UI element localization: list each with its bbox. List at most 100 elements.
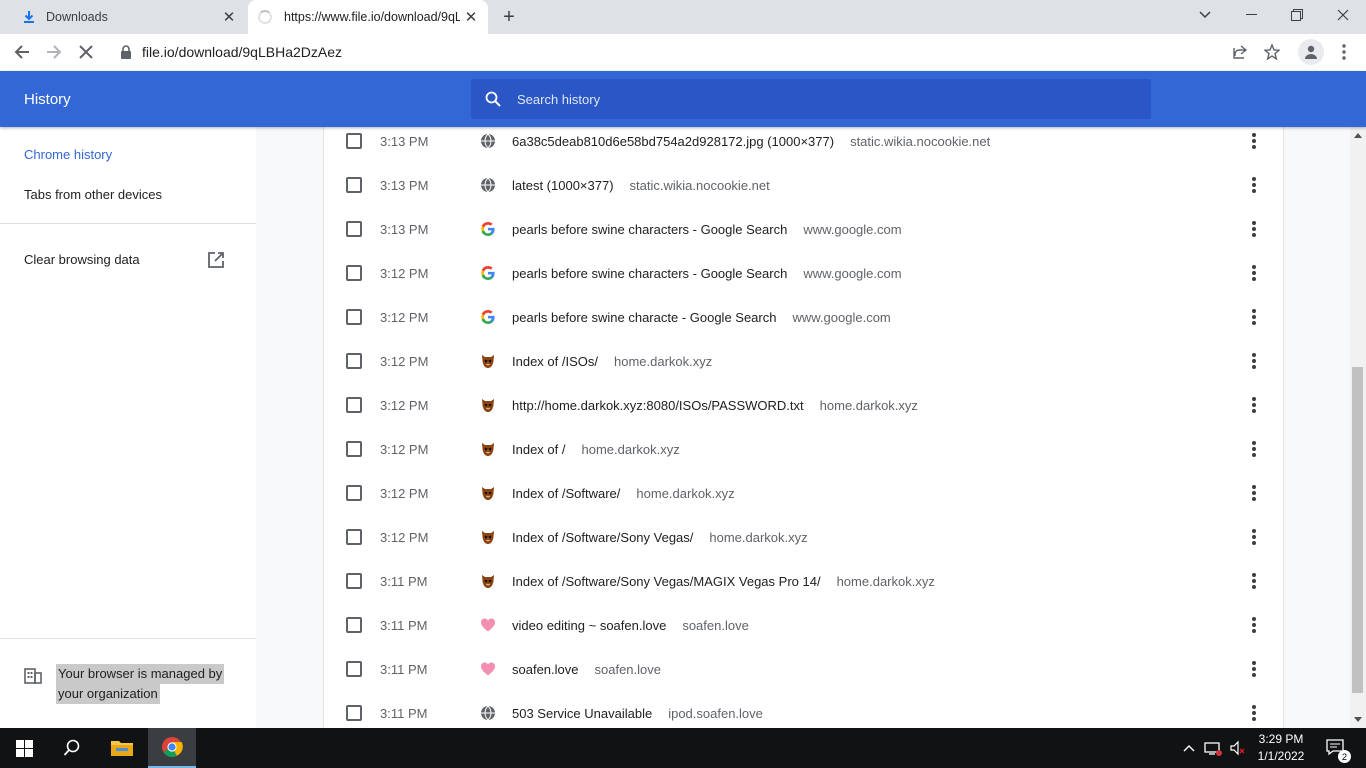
- entry-domain[interactable]: www.google.com: [803, 222, 901, 237]
- history-entry-row[interactable]: 3:11 PM video editing ~ soafen.love soafen…: [324, 603, 1283, 647]
- entry-domain[interactable]: home.darkok.xyz: [709, 530, 807, 545]
- tab-downloads[interactable]: Downloads ✕: [8, 0, 246, 34]
- entry-checkbox[interactable]: [346, 705, 362, 721]
- entry-checkbox[interactable]: [346, 265, 362, 281]
- entry-title-link[interactable]: Index of /Software/: [512, 486, 620, 501]
- file-explorer-button[interactable]: [98, 728, 146, 768]
- entry-domain[interactable]: soafen.love: [595, 662, 662, 677]
- system-clock[interactable]: 3:29 PM 1/1/2022: [1244, 731, 1318, 765]
- share-button[interactable]: [1226, 38, 1254, 66]
- entry-title-link[interactable]: Index of /: [512, 442, 565, 457]
- menu-button[interactable]: [1330, 38, 1358, 66]
- entry-domain[interactable]: soafen.love: [682, 618, 749, 633]
- entry-title-link[interactable]: Index of /ISOs/: [512, 354, 598, 369]
- tab-file-io[interactable]: https://www.file.io/download/9qLBHa2DzAe…: [248, 0, 488, 34]
- entry-checkbox[interactable]: [346, 617, 362, 633]
- entry-more-actions-icon[interactable]: [1244, 305, 1264, 329]
- history-entry-row[interactable]: 3:13 PM pearls before swine characters - …: [324, 207, 1283, 251]
- scroll-down-arrow-icon[interactable]: [1354, 717, 1362, 722]
- entry-domain[interactable]: static.wikia.nocookie.net: [630, 178, 770, 193]
- entry-domain[interactable]: home.darkok.xyz: [636, 486, 734, 501]
- entry-title-link[interactable]: http://home.darkok.xyz:8080/ISOs/PASSWOR…: [512, 398, 804, 413]
- profile-avatar[interactable]: [1298, 39, 1324, 65]
- history-entry-row[interactable]: 3:11 PM 503 Service Unavailable ipod.soafe…: [324, 691, 1283, 728]
- taskbar-search-button[interactable]: [48, 728, 96, 768]
- history-entry-row[interactable]: 3:12 PM Index of / home.darkok.xyz: [324, 427, 1283, 471]
- history-entry-row[interactable]: 3:12 PM Index of /ISOs/home.darkok.xyz: [324, 339, 1283, 383]
- managed-notice[interactable]: Your browser is managed by your organiza…: [24, 664, 225, 704]
- history-entry-row[interactable]: 3:13 PM 6a38c5deab810d6e58bd754a2d928172.…: [324, 127, 1283, 163]
- entry-more-actions-icon[interactable]: [1244, 701, 1264, 725]
- address-bar[interactable]: file.io/download/9qLBHa2DzAez: [110, 36, 1290, 68]
- show-hidden-icons-button[interactable]: [1178, 728, 1200, 768]
- entry-domain[interactable]: home.darkok.xyz: [614, 354, 712, 369]
- history-entry-row[interactable]: 3:12 PM Index of /Software/home.darkok.xy…: [324, 471, 1283, 515]
- entry-domain[interactable]: home.darkok.xyz: [820, 398, 918, 413]
- entry-domain[interactable]: www.google.com: [803, 266, 901, 281]
- entry-checkbox[interactable]: [346, 573, 362, 589]
- entry-more-actions-icon[interactable]: [1244, 569, 1264, 593]
- entry-more-actions-icon[interactable]: [1244, 481, 1264, 505]
- history-entry-row[interactable]: 3:12 PM Index of /Software/Sony Vegas/hom…: [324, 515, 1283, 559]
- tab-close-icon[interactable]: ✕: [218, 6, 240, 28]
- history-entry-row[interactable]: 3:13 PM latest (1000×377) static.wikia.noc…: [324, 163, 1283, 207]
- entry-more-actions-icon[interactable]: [1244, 657, 1264, 681]
- entry-title-link[interactable]: video editing ~ soafen.love: [512, 618, 666, 633]
- back-button[interactable]: [8, 38, 36, 66]
- entry-checkbox[interactable]: [346, 133, 362, 149]
- sidebar-item-chrome-history[interactable]: Chrome history: [24, 147, 112, 162]
- entry-more-actions-icon[interactable]: [1244, 437, 1264, 461]
- entry-domain[interactable]: home.darkok.xyz: [581, 442, 679, 457]
- entry-more-actions-icon[interactable]: [1244, 393, 1264, 417]
- search-history-input[interactable]: Search history: [471, 79, 1151, 119]
- close-window-button[interactable]: [1320, 0, 1366, 30]
- restore-button[interactable]: [1274, 0, 1320, 30]
- entry-title-link[interactable]: 503 Service Unavailable: [512, 706, 652, 721]
- entry-title-link[interactable]: latest (1000×377): [512, 178, 614, 193]
- entry-checkbox[interactable]: [346, 529, 362, 545]
- entry-more-actions-icon[interactable]: [1244, 525, 1264, 549]
- scroll-up-arrow-icon[interactable]: [1354, 133, 1362, 138]
- entry-checkbox[interactable]: [346, 177, 362, 193]
- tab-close-icon[interactable]: ✕: [460, 6, 482, 28]
- entry-more-actions-icon[interactable]: [1244, 613, 1264, 637]
- entry-title-link[interactable]: pearls before swine characters - Google …: [512, 266, 787, 281]
- scrollbar-thumb[interactable]: [1352, 367, 1363, 693]
- entry-title-link[interactable]: Index of /Software/Sony Vegas/MAGIX Vega…: [512, 574, 821, 589]
- entry-title-link[interactable]: Index of /Software/Sony Vegas/: [512, 530, 693, 545]
- entry-checkbox[interactable]: [346, 661, 362, 677]
- entry-more-actions-icon[interactable]: [1244, 349, 1264, 373]
- entry-title-link[interactable]: soafen.love: [512, 662, 579, 677]
- open-in-new-icon[interactable]: [207, 251, 225, 269]
- minimize-button[interactable]: [1228, 0, 1274, 30]
- chrome-taskbar-button[interactable]: [148, 728, 196, 768]
- entry-more-actions-icon[interactable]: [1244, 261, 1264, 285]
- bookmark-button[interactable]: [1258, 38, 1286, 66]
- entry-domain[interactable]: static.wikia.nocookie.net: [850, 134, 990, 149]
- network-button[interactable]: [1202, 728, 1224, 768]
- entry-checkbox[interactable]: [346, 221, 362, 237]
- entry-domain[interactable]: www.google.com: [792, 310, 890, 325]
- entry-checkbox[interactable]: [346, 309, 362, 325]
- entry-checkbox[interactable]: [346, 485, 362, 501]
- entry-checkbox[interactable]: [346, 441, 362, 457]
- page-scrollbar[interactable]: [1350, 127, 1366, 728]
- history-entry-row[interactable]: 3:11 PM soafen.love soafen.love: [324, 647, 1283, 691]
- action-center-button[interactable]: 2: [1322, 728, 1351, 768]
- tab-search-chevron-icon[interactable]: [1182, 0, 1228, 30]
- new-tab-button[interactable]: +: [497, 5, 521, 29]
- entry-title-link[interactable]: pearls before swine characters - Google …: [512, 222, 787, 237]
- forward-button[interactable]: [40, 38, 68, 66]
- entry-domain[interactable]: ipod.soafen.love: [668, 706, 763, 721]
- entry-title-link[interactable]: 6a38c5deab810d6e58bd754a2d928172.jpg (10…: [512, 134, 834, 149]
- entry-checkbox[interactable]: [346, 397, 362, 413]
- stop-loading-button[interactable]: [72, 38, 100, 66]
- history-entry-row[interactable]: 3:12 PM http://home.darkok.xyz:8080/ISOs/…: [324, 383, 1283, 427]
- sidebar-item-tabs-other-devices[interactable]: Tabs from other devices: [24, 187, 162, 202]
- entry-more-actions-icon[interactable]: [1244, 129, 1264, 153]
- entry-more-actions-icon[interactable]: [1244, 217, 1264, 241]
- start-button[interactable]: [0, 728, 48, 768]
- history-entry-row[interactable]: 3:12 PM pearls before swine characte - Go…: [324, 295, 1283, 339]
- history-entry-row[interactable]: 3:12 PM pearls before swine characters - …: [324, 251, 1283, 295]
- sidebar-item-clear-browsing-data[interactable]: Clear browsing data: [24, 252, 140, 267]
